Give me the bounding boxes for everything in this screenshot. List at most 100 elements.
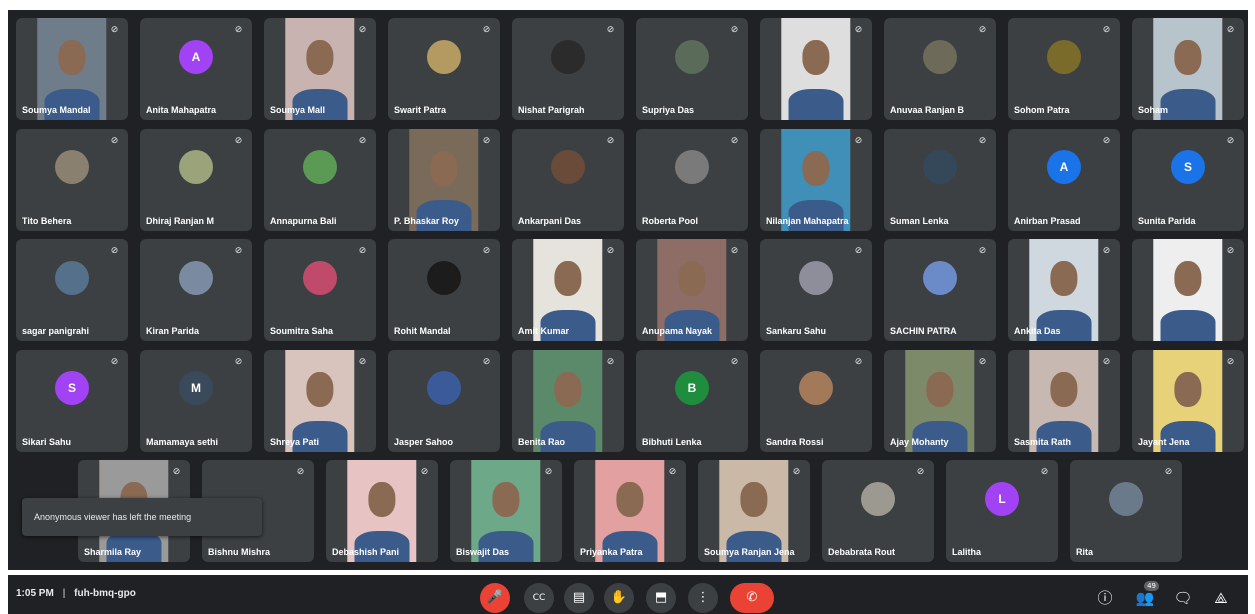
participant-name: Sankaru Sahu xyxy=(766,326,827,336)
participant-name: Kiran Parida xyxy=(146,326,200,336)
activities-button[interactable]: ⟁ xyxy=(1210,587,1232,609)
participant-tile[interactable]: ⊘ Shreya Pati xyxy=(264,349,376,452)
participant-tile[interactable]: S ⊘ Sunita Parida xyxy=(1132,128,1244,231)
participant-tile[interactable]: ⊘ Ajay Mohanty xyxy=(884,349,996,452)
participant-tile[interactable]: ⊘ Ankita Das xyxy=(1008,239,1120,341)
participant-tile[interactable]: S ⊘ Sikari Sahu xyxy=(16,349,128,452)
profile-photo xyxy=(799,371,833,406)
participant-name: Ankarpani Das xyxy=(518,215,582,226)
participant-tile[interactable]: ⊘ Anuvaa Ranjan B xyxy=(884,18,996,120)
profile-photo xyxy=(675,150,709,185)
participant-tile[interactable]: ⊘ Nilanjan Mahapatra xyxy=(760,128,872,231)
participant-tile[interactable]: ⊘ Nishat Parigrah xyxy=(512,18,624,120)
mic-off-icon: ⊘ xyxy=(234,246,243,256)
participant-tile[interactable]: M ⊘ Mamamaya sethi xyxy=(140,349,252,452)
microphone-button[interactable]: 🎤 xyxy=(480,583,510,613)
participant-name: Sandra Rossi xyxy=(766,436,824,447)
participant-tile[interactable]: ⊘ Kiran Parida xyxy=(140,239,252,341)
mic-off-icon: ⊘ xyxy=(1102,25,1111,35)
participant-tile[interactable]: A ⊘ Anirban Prasad xyxy=(1008,128,1120,231)
people-button[interactable]: 👥 49 xyxy=(1134,581,1159,609)
participant-tile[interactable]: ⊘ Jayant Jena xyxy=(1132,349,1244,452)
captions-button[interactable]: CC xyxy=(524,583,554,613)
participant-tile[interactable]: ⊘ Soumitra Saha xyxy=(264,239,376,341)
participant-tile[interactable]: ⊘ Soumya Mall xyxy=(264,18,376,120)
participant-tile[interactable]: B ⊘ Bibhuti Lenka xyxy=(636,349,748,452)
participant-name: Nilanjan Mahapatra xyxy=(766,215,849,226)
profile-photo xyxy=(675,39,709,74)
profile-photo xyxy=(55,260,89,295)
participant-name: P. Bhaskar Roy xyxy=(394,215,459,226)
participant-tile[interactable]: ⊘ Soumya Ranjan Jena xyxy=(698,460,810,562)
participant-tile[interactable]: ⊘ Debabrata Rout xyxy=(822,460,934,562)
mic-off-icon: ⊘ xyxy=(730,356,739,367)
chat-button[interactable]: 🗨 xyxy=(1172,587,1194,609)
participant-tile[interactable]: ⊘ Swarit Patra xyxy=(388,18,500,120)
participant-tile[interactable]: ⊘ Sasmita Rath xyxy=(1008,349,1120,452)
participant-name: Priyanka Patra xyxy=(580,547,643,557)
person-head xyxy=(1174,261,1202,297)
participant-tile[interactable]: ⊘ Debashish Pani xyxy=(326,460,438,562)
participant-tile[interactable]: ⊘ xyxy=(1132,239,1244,341)
participant-tile[interactable]: ⊘ SACHIN PATRA xyxy=(884,239,996,341)
participant-tile[interactable]: ⊘ xyxy=(760,18,872,120)
mic-off-icon: ⊘ xyxy=(420,467,429,477)
participant-name: Amit Kumar xyxy=(518,326,570,336)
participant-tile[interactable]: ⊘ Anupama Nayak xyxy=(636,239,748,341)
participant-tile[interactable]: ⊘ Biswajit Das xyxy=(450,460,562,562)
separator: | xyxy=(62,588,66,599)
participant-tile[interactable]: ⊘ Jasper Sahoo xyxy=(388,349,500,452)
participant-tile[interactable]: ⊘ Soumya Mandal xyxy=(16,18,128,120)
meeting-time: 1:05 PM xyxy=(16,588,54,599)
person-head xyxy=(430,150,458,186)
mic-off-icon: ⊘ xyxy=(482,25,491,35)
participant-name: Rohit Mandal xyxy=(394,326,451,336)
leave-call-button[interactable]: ✆ xyxy=(730,583,774,613)
participant-tile[interactable]: ⊘ Benita Rao xyxy=(512,349,624,452)
mic-off-icon: ⊘ xyxy=(358,356,367,367)
participant-tile[interactable]: ⊘ Rita xyxy=(1070,460,1182,562)
mic-off-icon: ⊘ xyxy=(606,356,615,367)
participant-tile[interactable]: ⊘ Sandra Rossi xyxy=(760,349,872,452)
profile-photo xyxy=(923,260,957,295)
participant-tile[interactable]: ⊘ Suman Lenka xyxy=(884,128,996,231)
participant-tile[interactable]: ⊘ Amit Kumar xyxy=(512,239,624,341)
participant-tile[interactable]: ⊘ P. Bhaskar Roy xyxy=(388,128,500,231)
present-button[interactable]: ⬒ xyxy=(646,583,676,613)
mic-off-icon: ⊘ xyxy=(1226,246,1235,256)
participant-count-badge: 49 xyxy=(1144,581,1159,591)
participant-tile[interactable]: A ⊘ Anita Mahapatra xyxy=(140,18,252,120)
mic-off-icon: ⊘ xyxy=(1226,135,1235,146)
mic-off-icon: ⊘ xyxy=(358,246,367,256)
raise-hand-button[interactable]: ✋ xyxy=(604,583,634,613)
meet-window: ⊘ Soumya Mandal A ⊘ Anita Mahapatra ⊘ Soumya M… xyxy=(0,0,1255,614)
participant-tile[interactable]: ⊘ Tito Behera xyxy=(16,128,128,231)
participant-tile[interactable]: ⊘ Supriya Das xyxy=(636,18,748,120)
participant-tile[interactable]: ⊘ Sankaru Sahu xyxy=(760,239,872,341)
participant-tile[interactable]: ⊘ Soham xyxy=(1132,18,1244,120)
participant-tile[interactable]: ⊘ Ankarpani Das xyxy=(512,128,624,231)
more-options-button[interactable]: ⋮ xyxy=(688,583,718,613)
participant-tile[interactable]: ⊘ Rohit Mandal xyxy=(388,239,500,341)
participant-tile[interactable]: ⊘ Dhiraj Ranjan M xyxy=(140,128,252,231)
participant-tile[interactable]: ⊘ Sohom Patra xyxy=(1008,18,1120,120)
participant-tile[interactable]: ⊘ Roberta Pool xyxy=(636,128,748,231)
meeting-info-button[interactable]: ⓘ xyxy=(1094,587,1116,609)
meeting-details[interactable]: 1:05 PM | fuh-bmq-gpo xyxy=(16,588,136,599)
participant-tile[interactable]: ⊘ sagar panigrahi xyxy=(16,239,128,341)
participant-video xyxy=(1153,239,1223,341)
profile-photo xyxy=(1047,39,1081,74)
people-icon: 👥 xyxy=(1135,589,1155,607)
participant-tile[interactable]: ⊘ Priyanka Patra xyxy=(574,460,686,562)
layout-button[interactable]: ▤ xyxy=(564,583,594,613)
mic-off-icon: ⊘ xyxy=(854,135,863,146)
mic-off-icon: ⊘ xyxy=(606,25,615,35)
avatar: L xyxy=(985,481,1019,516)
participant-tile[interactable]: ⊘ Annapurna Bali xyxy=(264,128,376,231)
mic-off-icon: ⊘ xyxy=(854,246,863,256)
person-head xyxy=(58,40,86,76)
mic-off-icon: ⊘ xyxy=(1226,356,1235,367)
meeting-code: fuh-bmq-gpo xyxy=(74,588,136,599)
participant-tile[interactable]: L ⊘ Lalitha xyxy=(946,460,1058,562)
participant-name: Roberta Pool xyxy=(642,215,699,226)
